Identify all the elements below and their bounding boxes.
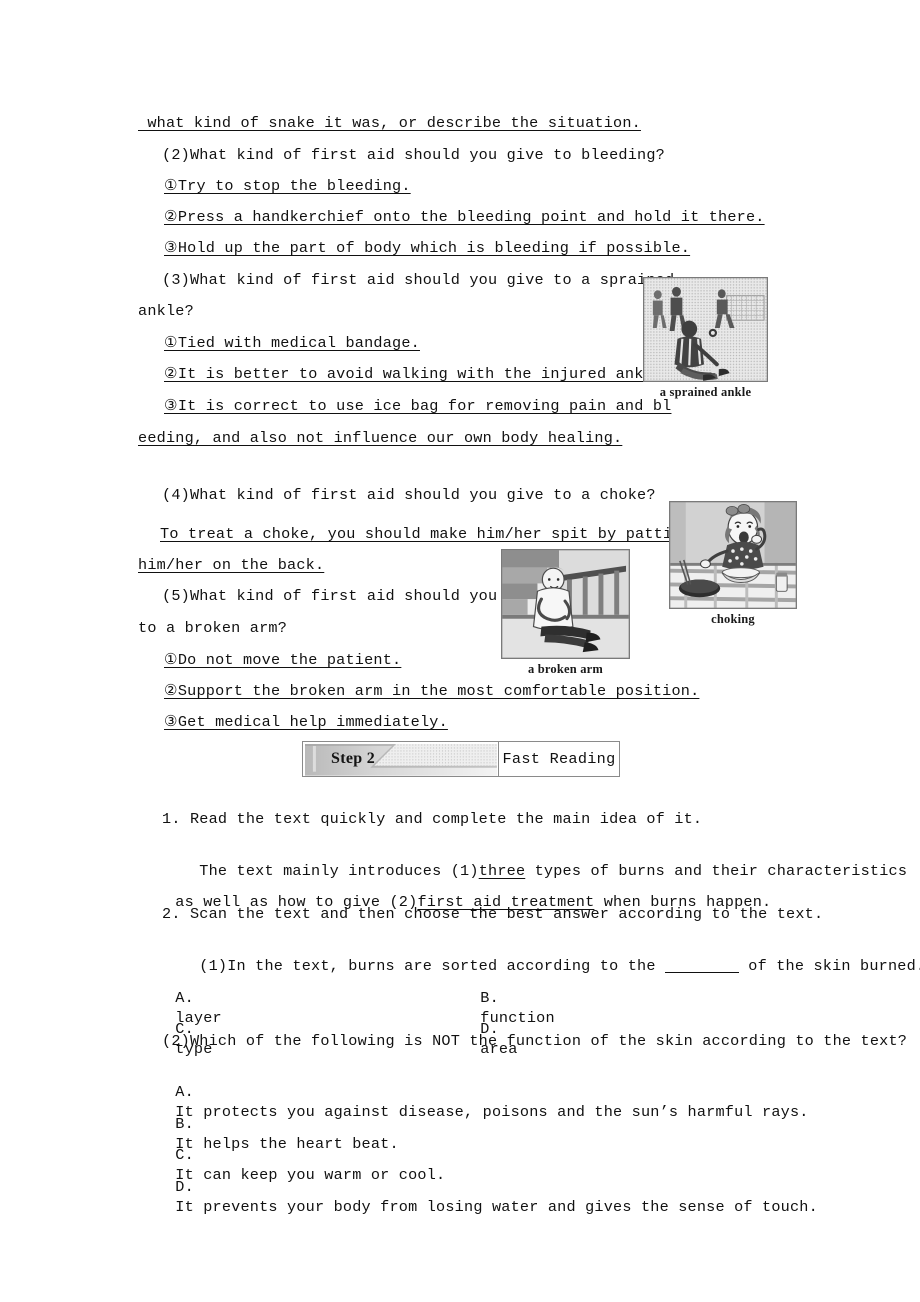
mcq-2-option-d-text: It prevents your body from losing water … bbox=[175, 1198, 818, 1216]
question-3-line-2: ankle? bbox=[138, 302, 194, 320]
question-2-answer-2: ②Press a handkerchief onto the bleeding … bbox=[164, 208, 765, 226]
choking-girl-illustration bbox=[670, 502, 796, 608]
mcq-1-stem-before: (1)In the text, burns are sorted accordi… bbox=[199, 957, 665, 975]
mcq-2-option-d-key: D. bbox=[175, 1178, 194, 1196]
question-4-answer-line-1: To treat a choke, you should make him/he… bbox=[160, 525, 691, 543]
question-3-line-1: (3)What kind of first aid should you giv… bbox=[162, 271, 675, 289]
figure-choking: choking bbox=[669, 501, 797, 627]
question-4-answer-line-2: him/her on the back. bbox=[138, 556, 325, 574]
question-3-answer-2: ②It is better to avoid walking with the … bbox=[164, 365, 672, 383]
task-1: 1. Read the text quickly and complete th… bbox=[162, 810, 703, 828]
question-5-answer-2: ②Support the broken arm in the most comf… bbox=[164, 682, 700, 700]
mcq-2-stem: (2)Which of the following is NOT the fun… bbox=[162, 1032, 908, 1050]
task-2: 2. Scan the text and then choose the bes… bbox=[162, 905, 824, 923]
figure-broken-arm-caption: a broken arm bbox=[527, 662, 604, 676]
figure-choking-image bbox=[669, 501, 797, 609]
question-5-line-2: to a broken arm? bbox=[138, 619, 288, 637]
mcq-1-blank bbox=[664, 972, 739, 973]
figure-broken-arm: a broken arm bbox=[501, 549, 630, 677]
step-number-label: Step 2 bbox=[331, 750, 376, 767]
step-banner-left-cell: Step 2 bbox=[303, 742, 499, 776]
question-5-line-1: (5)What kind of first aid should you giv… bbox=[162, 587, 544, 605]
question-3-answer-1: ①Tied with medical bandage. bbox=[164, 334, 420, 352]
document-page: what kind of snake it was, or describe t… bbox=[0, 0, 920, 1302]
question-5-answer-1: ①Do not move the patient. bbox=[164, 651, 402, 669]
question-4: (4)What kind of first aid should you giv… bbox=[162, 486, 656, 504]
figure-sprained-ankle: a sprained ankle bbox=[643, 277, 768, 400]
fallen-person-stairs-illustration bbox=[502, 550, 629, 658]
question-3-answer-3-line-1: ③It is correct to use ice bag for removi… bbox=[164, 397, 672, 415]
question-2-answer-3: ③Hold up the part of body which is bleed… bbox=[164, 239, 691, 257]
question-2: (2)What kind of first aid should you giv… bbox=[162, 146, 665, 164]
mcq-2-option-d[interactable]: D. It prevents your body from losing wat… bbox=[138, 1157, 818, 1237]
figure-sprained-ankle-caption: a sprained ankle bbox=[659, 385, 752, 399]
soccer-injury-illustration bbox=[644, 278, 767, 381]
question-5-answer-3: ③Get medical help immediately. bbox=[164, 713, 448, 731]
question-2-answer-1: ①Try to stop the bleeding. bbox=[164, 177, 411, 195]
figure-choking-caption: choking bbox=[711, 612, 755, 626]
step-title-label: Fast Reading bbox=[499, 742, 619, 776]
mcq-1-stem-after: of the skin burned. bbox=[738, 957, 920, 975]
figure-broken-arm-image bbox=[501, 549, 630, 659]
figure-sprained-ankle-image bbox=[643, 277, 768, 382]
answer-line-snake: what kind of snake it was, or describe t… bbox=[138, 114, 641, 132]
step-banner: Step 2 Fast Reading bbox=[302, 741, 620, 777]
question-3-answer-3-line-2: eeding, and also not influence our own b… bbox=[138, 429, 623, 447]
